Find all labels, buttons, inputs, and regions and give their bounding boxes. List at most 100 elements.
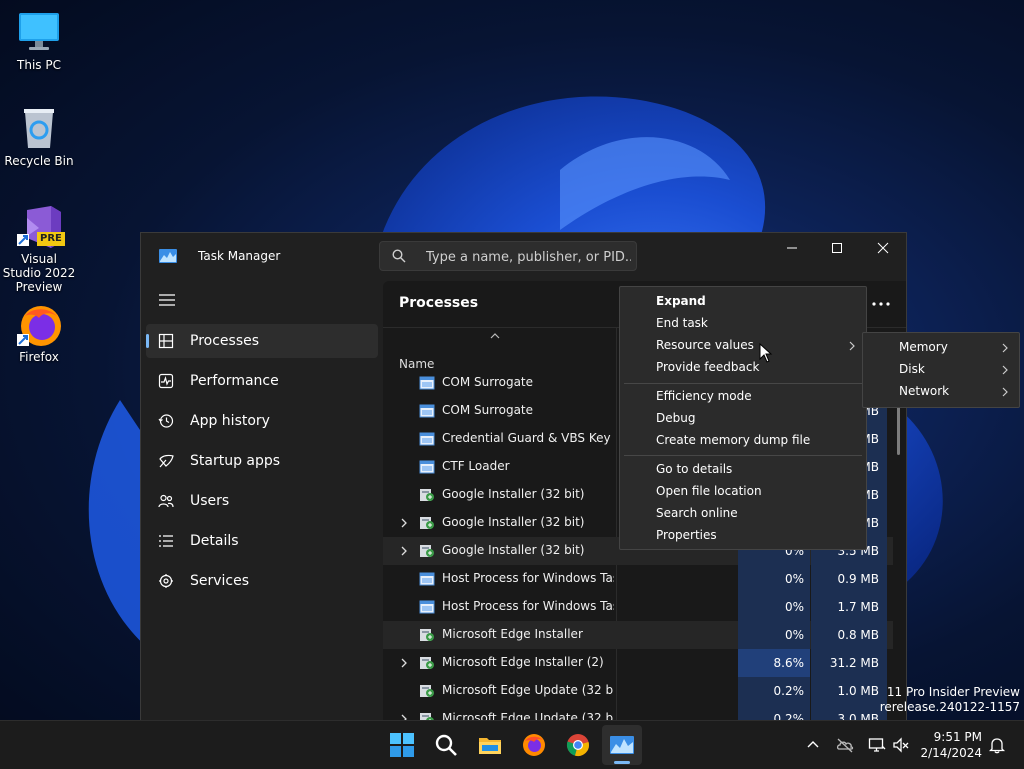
title-bar[interactable]: Task Manager (141, 233, 906, 281)
table-row[interactable]: Host Process for Windows Tasks 0% 1.7 MB (383, 593, 893, 621)
memory-cell: 0.9 MB (811, 565, 887, 593)
chevron-right-icon (1002, 365, 1008, 375)
menu-item-expand[interactable]: Expand (620, 291, 866, 313)
folder-icon (479, 738, 501, 754)
chevron-up-icon[interactable] (804, 736, 822, 754)
installer-icon (420, 629, 434, 641)
minimize-icon (787, 247, 797, 249)
search-button[interactable] (426, 725, 466, 765)
minimize-button[interactable] (769, 233, 815, 265)
desktop-icon-label: Recycle Bin (4, 154, 74, 168)
memory-cell: 1.7 MB (811, 593, 887, 621)
menu-separator (624, 383, 862, 384)
search-box[interactable] (379, 241, 637, 271)
menu-item-create-dump[interactable]: Create memory dump file (620, 430, 866, 452)
table-row[interactable]: Microsoft Edge Update (32 bit) 0.2% 1.0 MB (383, 677, 893, 705)
sidebar-item-startup-apps[interactable]: Startup apps (146, 444, 378, 478)
sidebar-item-users[interactable]: Users (146, 484, 378, 518)
window-app-icon (419, 600, 435, 614)
table-row[interactable]: Microsoft Edge Installer 0% 0.8 MB (383, 621, 893, 649)
start-button[interactable] (382, 725, 422, 765)
more-options-icon[interactable] (867, 293, 895, 315)
sidebar-item-label: App history (190, 413, 270, 429)
grid-icon (158, 333, 174, 349)
process-name: Microsoft Edge Update (32 bit) (442, 683, 614, 697)
chevron-right-icon[interactable] (399, 658, 409, 668)
menu-item-go-to-details[interactable]: Go to details (620, 459, 866, 481)
maximize-button[interactable] (814, 233, 860, 265)
volume-muted-icon[interactable] (892, 736, 910, 754)
chevron-right-icon (849, 341, 855, 351)
desktop-icon-label: Firefox (19, 350, 59, 364)
sidebar-item-services[interactable]: Services (146, 564, 378, 598)
desktop-icon-this-pc[interactable]: This PC (1, 10, 77, 72)
close-button[interactable] (860, 233, 906, 265)
mouse-pointer-icon (759, 343, 773, 363)
menu-item-debug[interactable]: Debug (620, 408, 866, 430)
desktop-icon-firefox[interactable]: Firefox (1, 302, 77, 364)
clock-time: 9:51 PM (933, 730, 982, 744)
memory-cell: 31.2 MB (811, 649, 887, 677)
task-manager-taskbar-button[interactable] (602, 725, 642, 765)
table-row[interactable]: Microsoft Edge Installer (2) 8.6% 31.2 MB (383, 649, 893, 677)
chrome-taskbar-button[interactable] (558, 725, 598, 765)
running-indicator (614, 761, 630, 764)
menu-item-open-file-location[interactable]: Open file location (620, 481, 866, 503)
maximize-icon (832, 243, 842, 253)
sort-ascending-icon[interactable] (488, 331, 502, 341)
menu-item-search-online[interactable]: Search online (620, 503, 866, 525)
submenu-item-memory[interactable]: Memory (863, 337, 1019, 359)
menu-item-properties[interactable]: Properties (620, 525, 866, 547)
onedrive-offline-icon[interactable] (836, 736, 854, 754)
desktop-icon-label: This PC (17, 58, 61, 72)
process-name: Microsoft Edge Installer (2) (442, 655, 604, 669)
memory-cell: 0.8 MB (811, 621, 887, 649)
sidebar-item-app-history[interactable]: App history (146, 404, 378, 438)
context-menu: Expand End task Resource values Provide … (619, 286, 867, 550)
cpu-cell: 0% (738, 565, 810, 593)
window-app-icon (419, 404, 435, 418)
sidebar-item-performance[interactable]: Performance (146, 364, 378, 398)
submenu-item-network[interactable]: Network (863, 381, 1019, 403)
menu-item-efficiency-mode[interactable]: Efficiency mode (620, 386, 866, 408)
process-name: Google Installer (32 bit) (442, 515, 585, 529)
process-name: COM Surrogate (442, 403, 534, 417)
memory-cell: 1.0 MB (811, 677, 887, 705)
chevron-right-icon[interactable] (399, 518, 409, 528)
notification-bell-icon[interactable] (988, 736, 1006, 754)
process-name: Google Installer (32 bit) (442, 543, 585, 557)
menu-item-end-task[interactable]: End task (620, 313, 866, 335)
search-icon (435, 734, 457, 756)
desktop-icon-recycle-bin[interactable]: Recycle Bin (1, 106, 77, 168)
hamburger-menu-icon[interactable] (159, 293, 175, 307)
search-input[interactable] (424, 246, 633, 268)
sidebar-item-details[interactable]: Details (146, 524, 378, 558)
cpu-cell: 0% (738, 621, 810, 649)
submenu-item-disk[interactable]: Disk (863, 359, 1019, 381)
system-clock[interactable]: 9:51 PM 2/14/2024 (920, 729, 982, 761)
desktop-icon-visual-studio[interactable]: PRE Visual Studio 2022 Preview (1, 204, 77, 294)
task-manager-icon (159, 249, 177, 263)
file-explorer-button[interactable] (470, 725, 510, 765)
window-app-icon (419, 572, 435, 586)
process-name: Credential Guard & VBS Key Is... (442, 431, 614, 445)
network-icon[interactable] (868, 736, 886, 754)
menu-item-resource-values[interactable]: Resource values (620, 335, 866, 357)
build-watermark: 11 Pro Insider Preview rerelease.240122-… (879, 685, 1020, 714)
installer-icon (420, 545, 434, 557)
firefox-taskbar-button[interactable] (514, 725, 554, 765)
chrome-icon (566, 734, 589, 756)
sidebar-item-processes[interactable]: Processes (146, 324, 378, 358)
chevron-right-icon[interactable] (399, 546, 409, 556)
process-name: Host Process for Windows Tasks (442, 599, 614, 613)
process-name: Microsoft Edge Installer (442, 627, 583, 641)
monitor-icon (17, 10, 61, 54)
recycle-bin-icon (17, 106, 61, 150)
chevron-right-icon (1002, 343, 1008, 353)
menu-item-provide-feedback[interactable]: Provide feedback (620, 357, 866, 379)
scrollbar-thumb[interactable] (897, 405, 900, 455)
sidebar-item-label: Details (190, 533, 239, 549)
table-row[interactable]: Host Process for Windows Tasks 0% 0.9 MB (383, 565, 893, 593)
firefox-icon (523, 734, 545, 756)
sidebar-item-label: Processes (190, 333, 260, 349)
